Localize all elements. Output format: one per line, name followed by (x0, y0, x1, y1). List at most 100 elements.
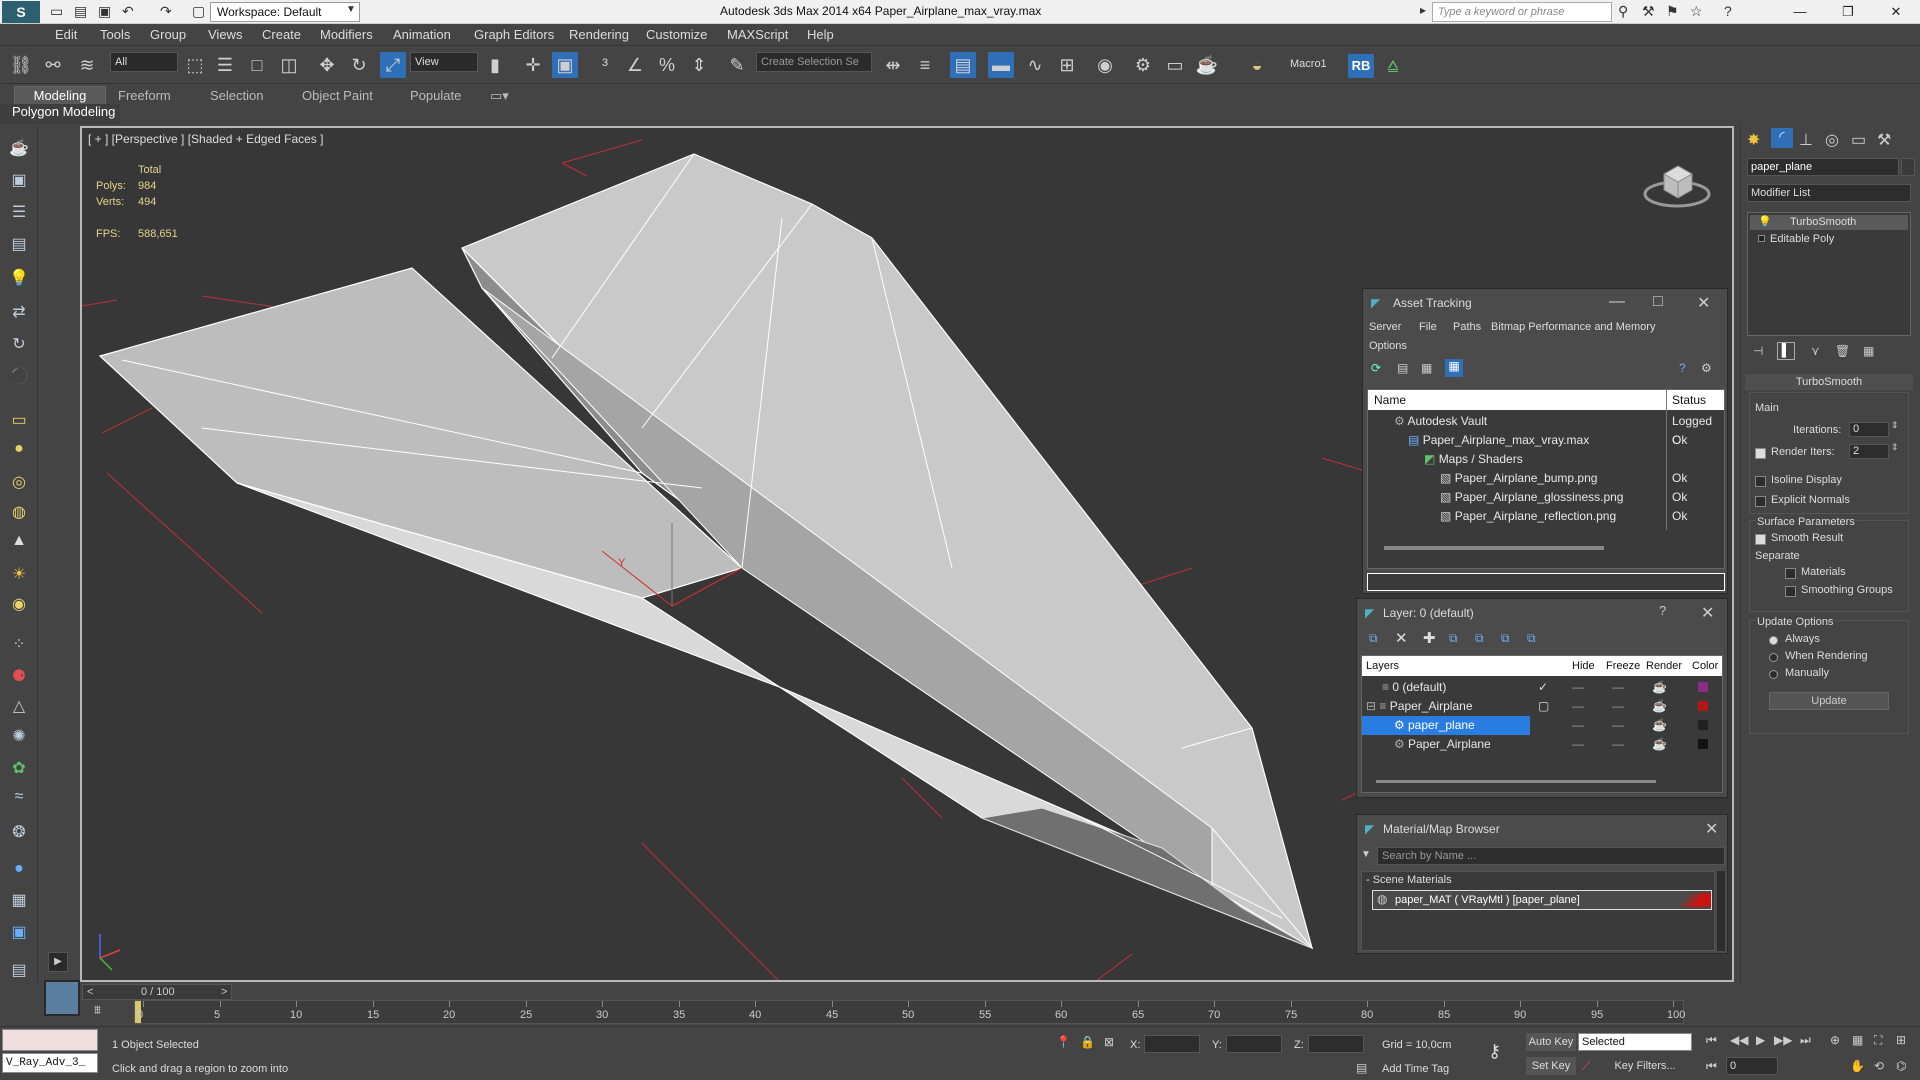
align-icon[interactable]: ≡ (912, 52, 938, 78)
schematic-view-icon[interactable]: ⊞ (1054, 52, 1080, 78)
layer-row-selected[interactable]: ⚙ paper_plane — — ☕ (1362, 716, 1722, 735)
freeze-toggle[interactable]: — (1612, 735, 1624, 754)
layer-row[interactable]: ≡ 0 (default) ✓ — — ☕ (1362, 678, 1722, 697)
snaps-toggle-icon[interactable]: ³ (592, 52, 618, 78)
motion-tab-icon[interactable]: ◎ (1825, 130, 1839, 150)
angle-snap-icon[interactable]: ∠ (622, 52, 648, 78)
x-coord-input[interactable] (1144, 1035, 1200, 1053)
menu-customize[interactable]: Customize (646, 27, 707, 42)
previous-frame-icon[interactable]: ◀◀ (1730, 1033, 1748, 1047)
save-file-icon[interactable]: ▣ (98, 3, 111, 20)
tab-object-paint[interactable]: Object Paint (302, 88, 373, 103)
render-teapot-icon[interactable]: ☕ (1652, 678, 1667, 697)
column-render[interactable]: Render (1646, 660, 1682, 672)
lock-selection-icon[interactable]: 🔒 (1080, 1035, 1095, 1049)
image-icon[interactable]: ▣ (7, 170, 31, 192)
restore-button[interactable]: ❐ (1828, 2, 1868, 22)
active-layer-check-icon[interactable]: ✓ (1538, 678, 1548, 697)
column-name[interactable]: Name (1374, 393, 1406, 407)
material-editor-icon[interactable]: ◉ (1092, 52, 1118, 78)
render-teapot-icon[interactable]: ☕ (1652, 735, 1667, 754)
new-layer-icon[interactable]: ⧉ (1369, 631, 1378, 646)
pin-stack-icon[interactable]: ⊣ (1753, 344, 1763, 358)
viewport-expand-button[interactable]: ▶ (48, 952, 68, 972)
communication-center-icon[interactable]: ⚑ (1666, 3, 1679, 20)
table-view-icon[interactable]: ▦ (1421, 361, 1432, 375)
cylinder-icon[interactable]: ◍ (7, 502, 31, 524)
layer-manager-title[interactable]: Layer: 0 (default) (1357, 599, 1727, 627)
reference-coordinate-dropdown[interactable]: View (410, 52, 478, 72)
key-mode-dropdown[interactable]: Selected (1578, 1033, 1692, 1051)
graphite-ribbon-icon[interactable]: ▬ (988, 52, 1014, 78)
camera-icon[interactable]: ⚫ (7, 366, 31, 388)
window-crossing-icon[interactable]: ◫ (276, 52, 302, 78)
stack-layers-icon[interactable]: ⩠ (1380, 52, 1406, 78)
rotate-icon[interactable]: ↻ (346, 52, 372, 78)
open-file-icon[interactable]: ▤ (74, 3, 87, 20)
particles-icon[interactable]: ⁘ (7, 634, 31, 656)
browser-options-icon[interactable]: ▼ (1361, 849, 1371, 860)
manipulate-icon[interactable]: ✛ (520, 52, 546, 78)
current-frame-input[interactable]: 0 (1726, 1057, 1778, 1075)
object-color-swatch[interactable] (1901, 158, 1915, 176)
modifier-list-dropdown[interactable]: Modifier List (1747, 184, 1911, 202)
cone-icon[interactable]: ▲ (7, 532, 31, 554)
stack-item-editable-poly[interactable]: Editable Poly (1750, 232, 1908, 247)
column-status[interactable]: Status (1672, 393, 1706, 407)
highlight-layer-icon[interactable]: ⧉ (1475, 631, 1484, 646)
layer-color-swatch[interactable] (1698, 739, 1708, 749)
rotate-view-icon[interactable]: ↻ (7, 334, 31, 356)
select-object-icon[interactable]: ⬚ (182, 52, 208, 78)
go-to-start-icon[interactable]: ⏮ (1706, 1033, 1717, 1048)
update-button[interactable]: Update (1769, 692, 1889, 710)
next-frame-button-icon[interactable]: ▶▶ (1774, 1033, 1792, 1047)
named-selection-set-dropdown[interactable]: Create Selection Se (756, 52, 872, 72)
asset-tracking-title[interactable]: Asset Tracking (1363, 289, 1727, 317)
asset-path-field[interactable] (1367, 573, 1725, 591)
settings-icon[interactable]: ⚙ (1701, 361, 1712, 375)
tab-populate[interactable]: Populate (410, 88, 461, 103)
transform-icon[interactable]: ⇄ (7, 302, 31, 324)
app-logo-icon[interactable]: S (2, 1, 40, 23)
minimize-button[interactable]: — (1780, 2, 1820, 22)
pyramid-icon[interactable]: △ (7, 696, 31, 718)
rendered-frame-window-icon[interactable]: ▭ (1162, 52, 1188, 78)
show-end-result-icon[interactable]: ▌ (1777, 342, 1795, 360)
time-tag-icon[interactable]: ▤ (1356, 1061, 1367, 1075)
layer-row[interactable]: ⊟ ≡ Paper_Airplane ▢ — — ☕ (1362, 697, 1722, 716)
set-keys-key-icon[interactable]: ⚷ (1488, 1041, 1501, 1062)
layer-help-icon[interactable]: ? (1659, 603, 1666, 618)
asset-row[interactable]: ▧ Paper_Airplane_reflection.png Ok (1368, 507, 1724, 526)
close-icon[interactable]: ✕ (1701, 603, 1714, 623)
viewcube[interactable] (1642, 156, 1712, 212)
render-icon[interactable]: ▦ (7, 890, 31, 912)
unlink-icon[interactable]: ⚯ (40, 52, 66, 78)
subscription-icon[interactable]: ⚒ (1642, 3, 1655, 20)
layer-box-icon[interactable]: ▢ (1538, 697, 1549, 716)
menu-tools[interactable]: Tools (100, 27, 130, 42)
column-freeze[interactable]: Freeze (1606, 660, 1640, 672)
maxscript-listener-field[interactable] (2, 1029, 98, 1051)
prev-frame-icon[interactable]: < (87, 986, 93, 998)
teapot-icon[interactable]: ☕ (7, 138, 31, 160)
render-setup-icon[interactable]: ⚙ (1130, 52, 1156, 78)
menu-create[interactable]: Create (262, 27, 301, 42)
bind-space-warp-icon[interactable]: ≋ (74, 52, 100, 78)
grid-view-icon[interactable]: ▦ (1445, 359, 1463, 377)
spinner-arrows-icon[interactable]: ⇕ (1891, 420, 1899, 431)
key-filters-button[interactable]: Key Filters... (1604, 1057, 1686, 1075)
light-bulb-icon[interactable]: 💡 (7, 268, 31, 290)
help-icon[interactable]: ? (1724, 3, 1732, 19)
delete-layer-icon[interactable]: ✕ (1395, 629, 1408, 647)
torus-icon[interactable]: ◎ (7, 472, 31, 494)
favorites-star-icon[interactable]: ☆ (1690, 3, 1703, 20)
hierarchy-tab-icon[interactable]: ⊥ (1799, 130, 1813, 150)
remove-modifier-icon[interactable]: 🗑 (1835, 344, 1850, 358)
tab-freeform[interactable]: Freeform (118, 88, 171, 103)
tab-modeling[interactable]: Modeling (14, 86, 106, 106)
menu-group[interactable]: Group (150, 27, 186, 42)
absolute-mode-icon[interactable]: ⊠ (1104, 1035, 1114, 1049)
layer-color-swatch[interactable] (1698, 720, 1708, 730)
menu-help[interactable]: Help (807, 27, 834, 42)
new-file-icon[interactable]: ▭ (50, 3, 63, 20)
